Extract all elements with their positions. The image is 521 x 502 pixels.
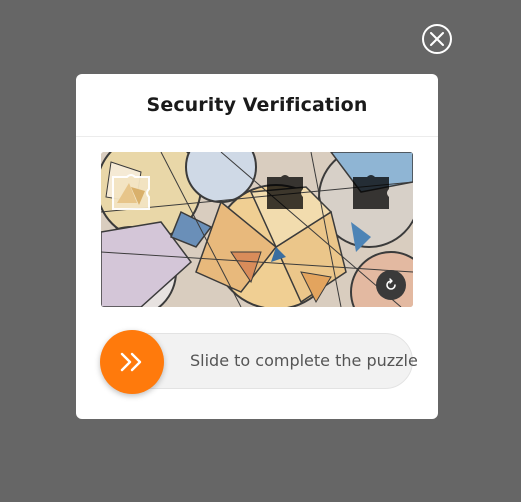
dialog-title: Security Verification (146, 94, 368, 116)
dialog-header: Security Verification (76, 74, 438, 137)
slider-handle[interactable] (100, 330, 164, 394)
puzzle-image (101, 152, 413, 307)
double-chevron-right-icon (120, 352, 142, 372)
refresh-button[interactable] (376, 270, 406, 300)
slider-label: Slide to complete the puzzle (190, 351, 418, 370)
security-verification-dialog: Security Verification Slide to complete … (76, 74, 438, 419)
puzzle-slot (267, 175, 303, 209)
puzzle-decoy-slot (353, 175, 389, 209)
close-icon (430, 32, 444, 46)
refresh-icon (386, 278, 396, 290)
puzzle-piece (112, 174, 150, 210)
close-button[interactable] (422, 24, 452, 54)
